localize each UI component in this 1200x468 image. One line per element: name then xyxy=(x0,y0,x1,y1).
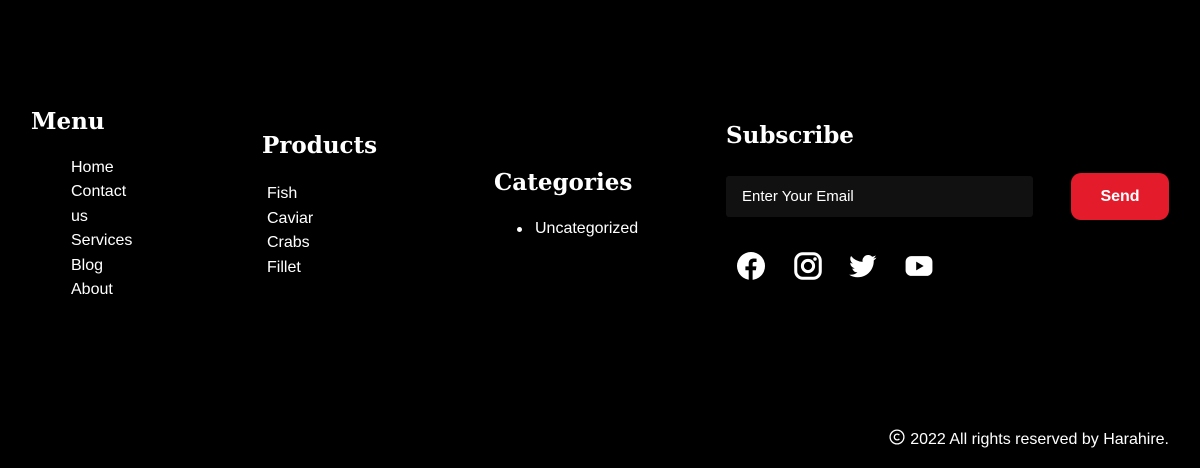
product-link-crabs[interactable]: Crabs xyxy=(267,233,310,253)
menu-link-contact[interactable]: Contact xyxy=(71,182,126,202)
youtube-icon[interactable] xyxy=(905,252,933,280)
twitter-icon[interactable] xyxy=(849,252,877,280)
menu-link-home[interactable]: Home xyxy=(71,158,114,178)
copyright: 2022 All rights reserved by Harahire. xyxy=(889,429,1169,451)
product-link-caviar[interactable]: Caviar xyxy=(267,209,313,229)
menu-link-contact-us[interactable]: us xyxy=(71,207,88,227)
send-button[interactable]: Send xyxy=(1071,173,1169,220)
categories-heading: Categories xyxy=(494,169,633,196)
menu-link-services[interactable]: Services xyxy=(71,231,132,251)
category-link-uncategorized[interactable]: Uncategorized xyxy=(535,219,638,239)
email-input[interactable] xyxy=(726,176,1033,217)
facebook-icon[interactable] xyxy=(737,252,765,280)
copyright-icon xyxy=(889,429,910,451)
menu-heading: Menu xyxy=(31,108,105,135)
menu-link-blog[interactable]: Blog xyxy=(71,256,103,276)
product-link-fillet[interactable]: Fillet xyxy=(267,258,301,278)
instagram-icon[interactable] xyxy=(794,252,822,280)
list-bullet xyxy=(517,227,522,232)
product-link-fish[interactable]: Fish xyxy=(267,184,297,204)
products-heading: Products xyxy=(262,132,378,159)
copyright-text: 2022 All rights reserved by Harahire. xyxy=(910,431,1169,448)
menu-link-about[interactable]: About xyxy=(71,280,113,300)
subscribe-heading: Subscribe xyxy=(726,122,854,149)
